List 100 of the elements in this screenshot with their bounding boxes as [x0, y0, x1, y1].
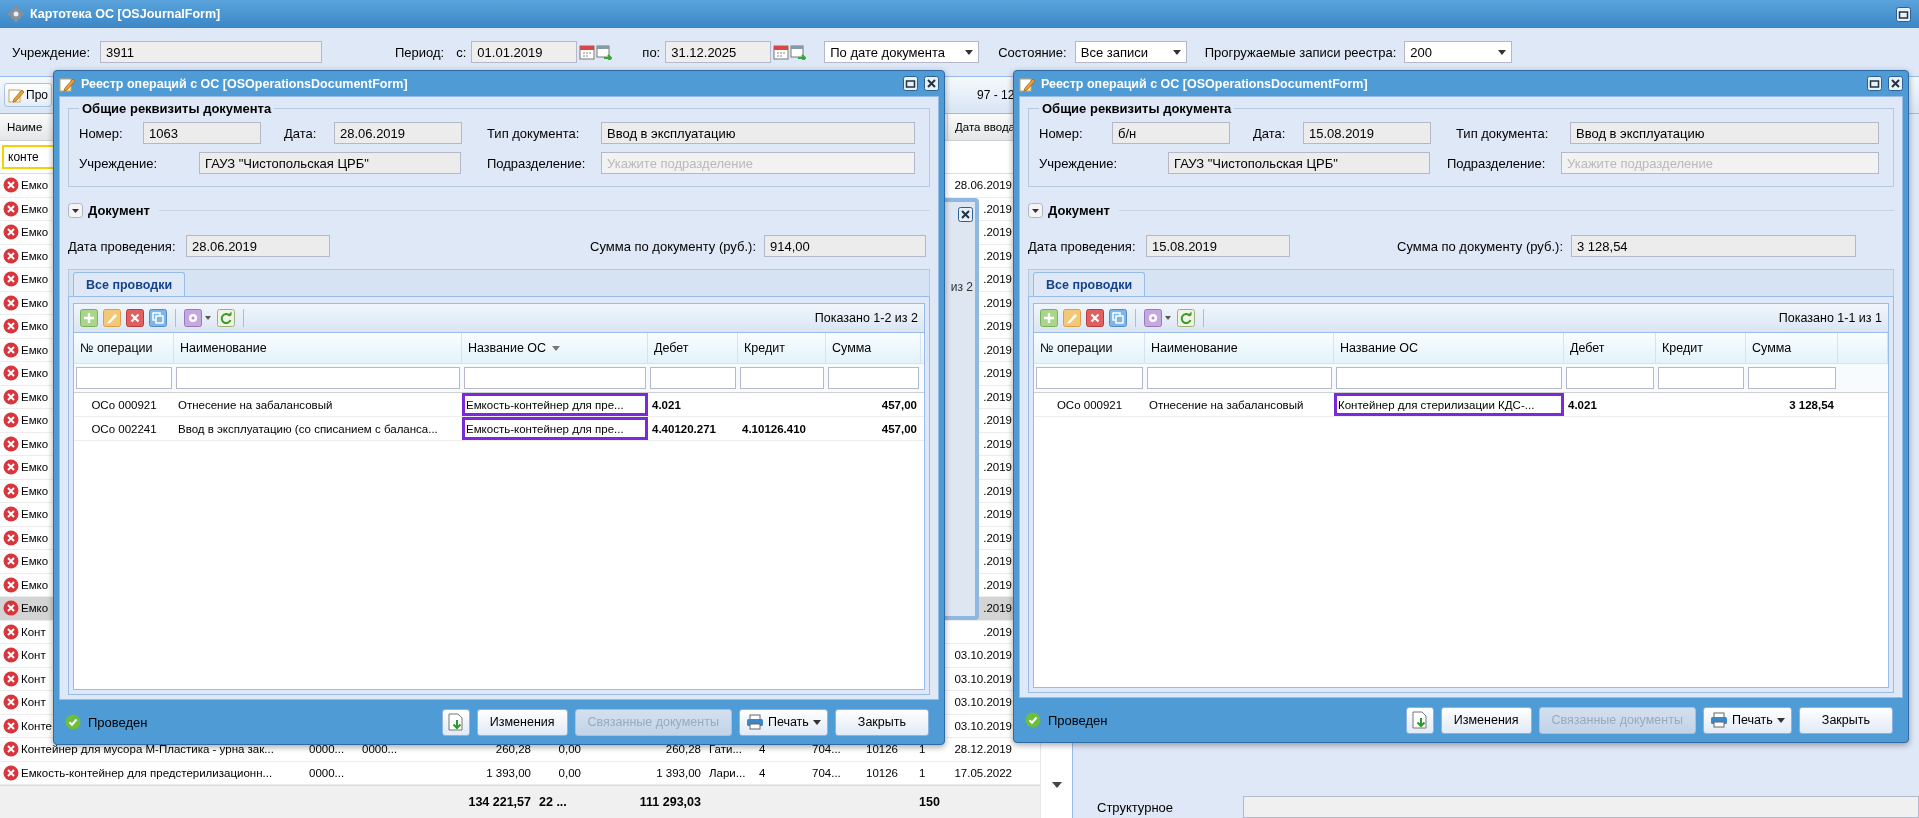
number-field[interactable]: 1063: [143, 122, 261, 144]
printer-icon[interactable]: [1709, 712, 1728, 728]
pencil-icon: [59, 75, 75, 92]
delete-icon[interactable]: [1086, 309, 1104, 327]
column-header[interactable]: Сумма: [1746, 333, 1838, 363]
filter-field[interactable]: [1036, 367, 1143, 389]
filter-field[interactable]: [1147, 367, 1332, 389]
calendar-icon[interactable]: [579, 44, 596, 60]
filter-field[interactable]: [1748, 367, 1836, 389]
filter-field[interactable]: [176, 367, 460, 389]
table-cell: Контейнер для мусора М-Пластика - урна зак...: [21, 743, 274, 756]
restore-icon[interactable]: [903, 76, 918, 91]
institution-field[interactable]: 3911: [100, 41, 322, 63]
posting-date-field[interactable]: 28.06.2019: [186, 235, 330, 257]
add-icon[interactable]: [1040, 309, 1058, 327]
table-cell: 03.10.2019: [954, 649, 1012, 662]
caret-icon[interactable]: [965, 49, 974, 55]
column-header[interactable]: Наименование: [1145, 333, 1334, 363]
table-cell: .2019: [983, 602, 1012, 615]
column-header[interactable]: Наименование: [174, 333, 462, 363]
column-header[interactable]: Кредит: [738, 333, 826, 363]
filter-field[interactable]: [1658, 367, 1744, 389]
filter-field[interactable]: [1336, 367, 1562, 389]
institution-field[interactable]: ГАУЗ "Чистопольская ЦРБ": [1168, 152, 1430, 174]
paging-label: Показано 1-2 из 2: [814, 311, 918, 325]
caret-icon[interactable]: [1498, 49, 1507, 55]
column-header[interactable]: Дебет: [1564, 333, 1656, 363]
column-header[interactable]: № операции: [74, 333, 174, 363]
document-arrow-icon[interactable]: [447, 713, 464, 731]
number-field[interactable]: б/н: [1112, 122, 1230, 144]
collapse-toggle-icon[interactable]: [1028, 202, 1043, 218]
document-arrow-icon[interactable]: [1411, 711, 1428, 729]
date-basis-dropdown[interactable]: По дате документа: [824, 41, 980, 63]
document-type-field[interactable]: Ввод в эксплуатацию: [601, 122, 915, 144]
column-header[interactable]: Сумма: [826, 333, 921, 363]
action-button[interactable]: Закрыть: [834, 708, 929, 736]
field-label: Учреждение:: [12, 44, 92, 60]
sort-caret-icon: [552, 345, 561, 351]
collapse-toggle-icon[interactable]: [68, 202, 83, 218]
column-header[interactable]: Название ОС: [1334, 333, 1564, 363]
pencil-icon[interactable]: [103, 309, 121, 327]
gear-menu-icon[interactable]: [1144, 309, 1172, 327]
close-icon[interactable]: [924, 76, 939, 91]
date-field[interactable]: 31.12.2025: [665, 41, 772, 63]
printer-icon[interactable]: [745, 714, 764, 730]
caret-icon[interactable]: [1172, 49, 1181, 55]
copy-icon[interactable]: [149, 309, 167, 327]
pencil-icon[interactable]: [1063, 309, 1081, 327]
total-sum-field[interactable]: 914,00: [764, 235, 926, 257]
tab[interactable]: Все проводки: [1033, 272, 1146, 296]
filter-field[interactable]: [1566, 367, 1654, 389]
filter-field[interactable]: [464, 367, 646, 389]
structural-unit-field[interactable]: [1243, 796, 1919, 818]
action-button[interactable]: Изменения: [1440, 706, 1532, 734]
column-header[interactable]: Кредит: [1656, 333, 1746, 363]
load-limit-dropdown[interactable]: 200: [1404, 41, 1513, 63]
caret-icon[interactable]: [812, 719, 821, 725]
export-button[interactable]: [1405, 706, 1434, 734]
date-field[interactable]: 15.08.2019: [1303, 122, 1431, 144]
gear-menu-icon[interactable]: [184, 309, 212, 327]
export-button[interactable]: [441, 708, 470, 736]
column-header[interactable]: № операции: [1034, 333, 1145, 363]
posting-date-field[interactable]: 15.08.2019: [1146, 235, 1290, 257]
calendar-icon[interactable]: [773, 44, 790, 60]
table-cell: .2019: [983, 367, 1012, 380]
action-button[interactable]: Изменения: [476, 708, 568, 736]
field-label: Дата:: [284, 125, 318, 141]
add-icon[interactable]: [80, 309, 98, 327]
refresh-icon[interactable]: [1177, 309, 1195, 327]
caret-icon[interactable]: [1776, 717, 1785, 723]
field-label: Учреждение:: [79, 155, 159, 171]
total-sum-field[interactable]: 3 128,54: [1571, 235, 1856, 257]
filter-field[interactable]: [650, 367, 736, 389]
column-header[interactable]: Дебет: [648, 333, 738, 363]
action-button[interactable]: Закрыть: [1798, 706, 1893, 734]
print-button[interactable]: Печать: [1702, 706, 1792, 734]
document-type-field[interactable]: Ввод в эксплуатацию: [1570, 122, 1879, 144]
print-button[interactable]: Печать: [738, 708, 828, 736]
date-field[interactable]: 01.01.2019: [471, 41, 578, 63]
department-field[interactable]: Укажите подразделение: [601, 152, 915, 174]
department-field[interactable]: Укажите подразделение: [1561, 152, 1879, 174]
filter-field[interactable]: [76, 367, 172, 389]
filter-field[interactable]: [740, 367, 824, 389]
institution-field[interactable]: ГАУЗ "Чистопольская ЦРБ": [199, 152, 461, 174]
date-field[interactable]: 28.06.2019: [334, 122, 462, 144]
column-header[interactable]: Название ОС: [462, 333, 648, 363]
copy-icon[interactable]: [1109, 309, 1127, 327]
scroll-down-icon[interactable]: [1051, 782, 1062, 788]
field-label: Дата проведения:: [1028, 238, 1137, 254]
table-cell-text: Отнесение на забалансовый: [1148, 397, 1305, 413]
close-icon[interactable]: [1888, 76, 1903, 91]
restore-icon[interactable]: [1867, 76, 1882, 91]
tab[interactable]: Все проводки: [73, 272, 186, 296]
state-dropdown[interactable]: Все записи: [1074, 41, 1187, 63]
close-icon[interactable]: [958, 207, 973, 222]
delete-icon[interactable]: [126, 309, 144, 327]
filter-field[interactable]: [828, 367, 919, 389]
refresh-icon[interactable]: [217, 309, 235, 327]
toolbar-button[interactable]: Про: [4, 83, 52, 107]
restore-icon[interactable]: [1896, 6, 1911, 22]
